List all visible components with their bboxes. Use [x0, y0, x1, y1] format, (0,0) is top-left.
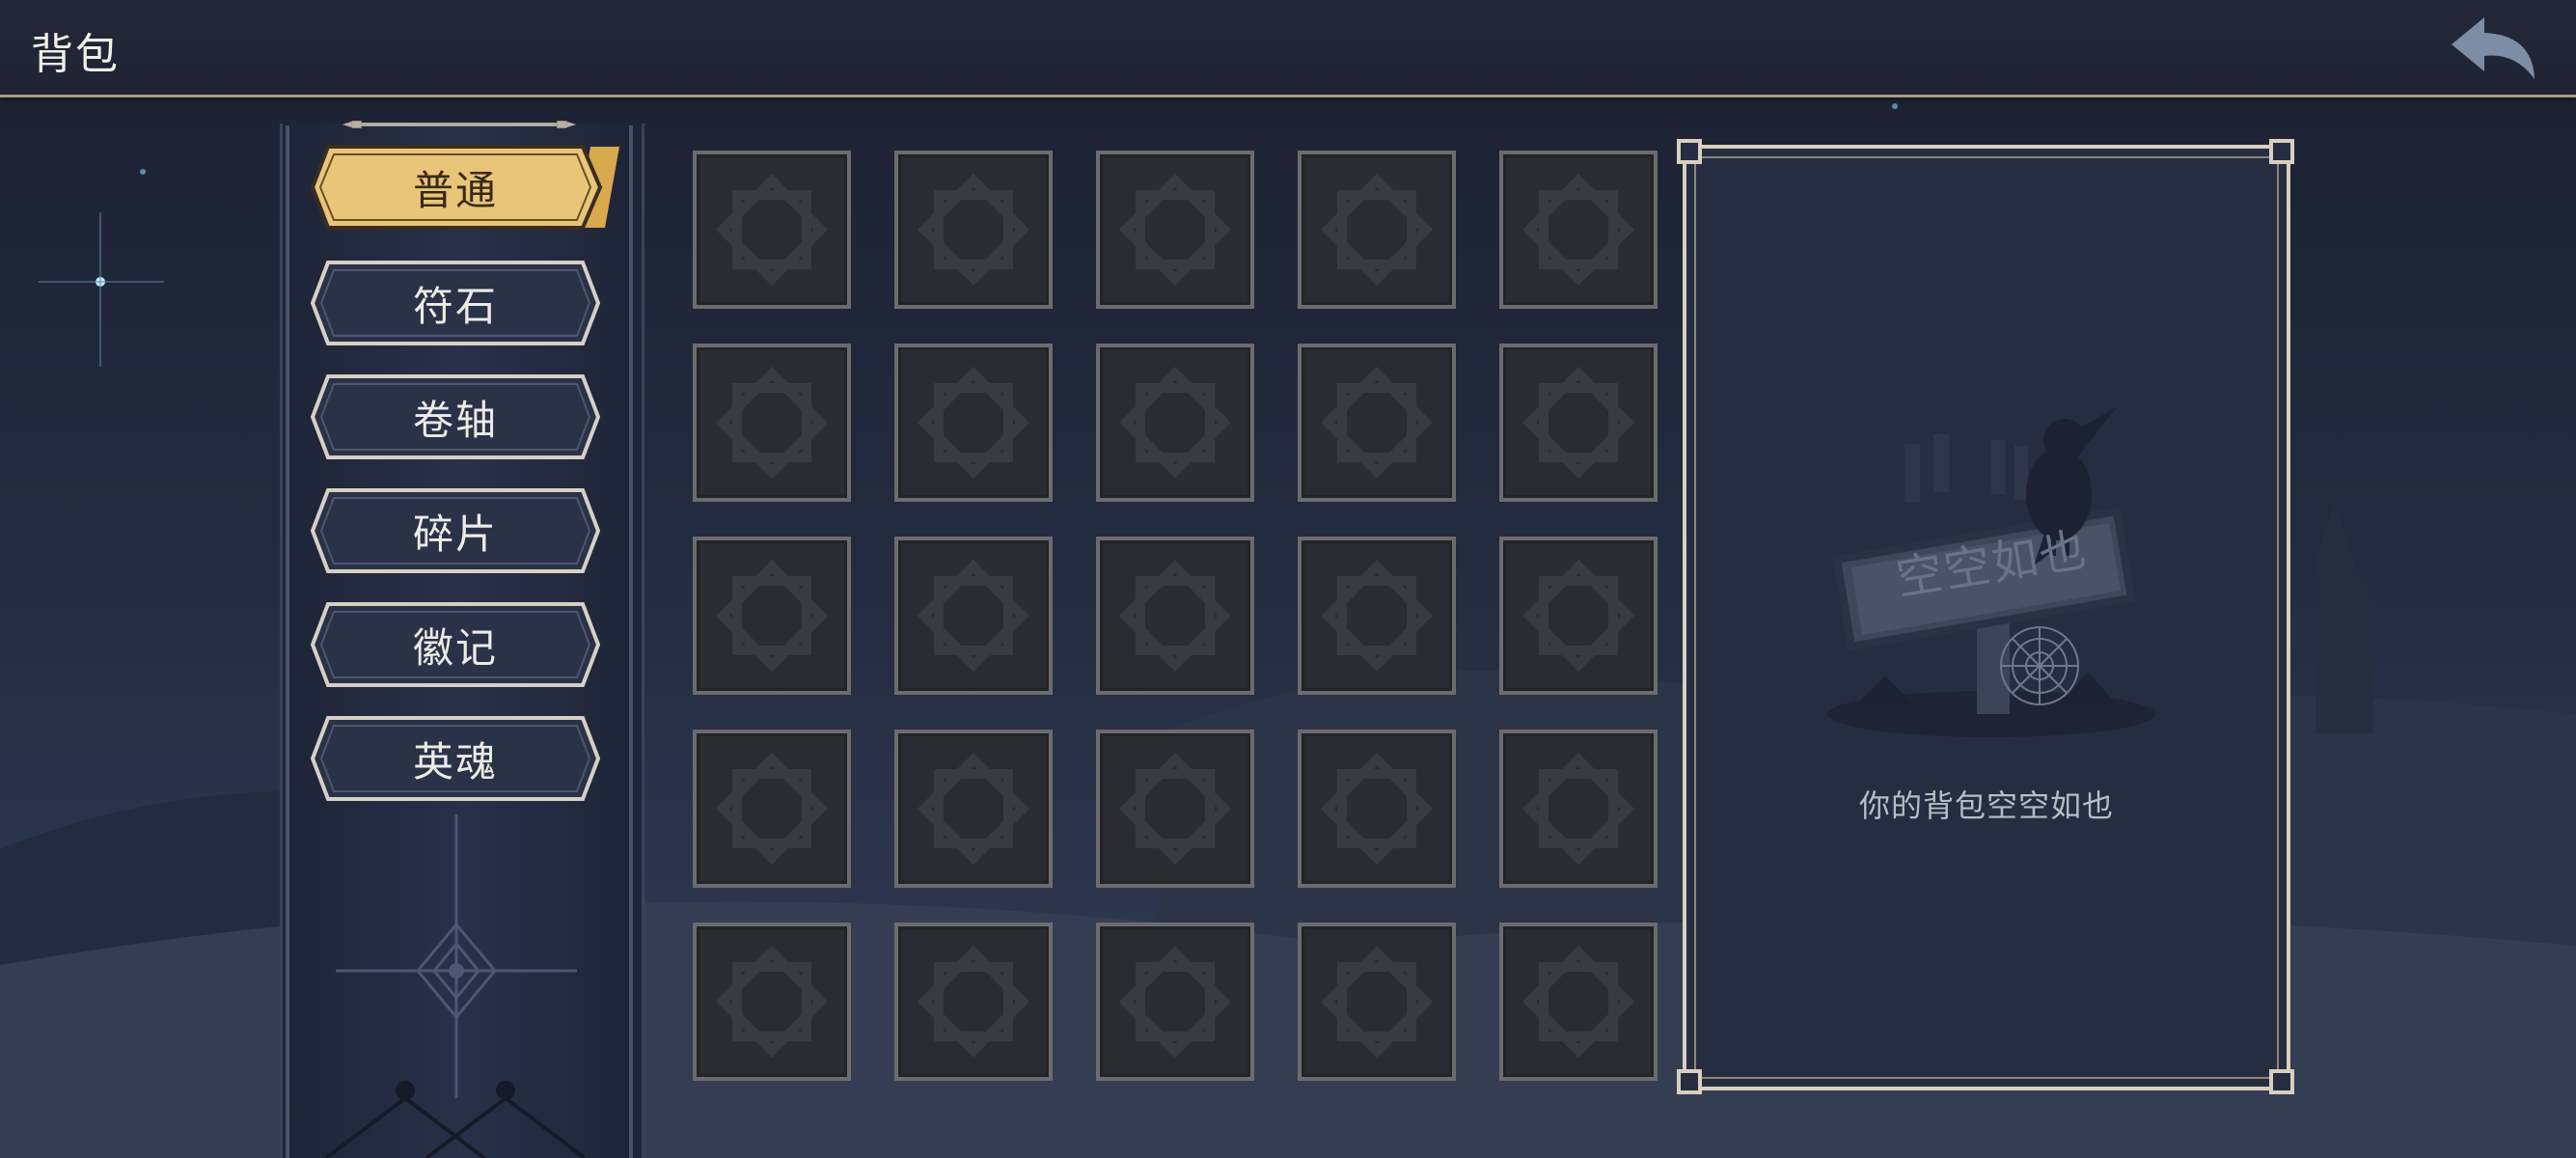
inventory-slot[interactable] [894, 923, 1053, 1081]
inventory-slot[interactable] [1499, 730, 1658, 888]
inventory-slot[interactable] [894, 151, 1053, 309]
inventory-slot[interactable] [894, 344, 1053, 502]
empty-slot-emblem-icon [918, 367, 1029, 479]
empty-slot-emblem-icon [716, 174, 828, 286]
inventory-slot[interactable] [1096, 730, 1254, 888]
inventory-slot[interactable] [1499, 923, 1658, 1081]
empty-slot-emblem-icon [918, 560, 1029, 672]
empty-slot-emblem-icon [1119, 367, 1231, 479]
tab-fragment[interactable]: 碎片 [311, 486, 600, 575]
inventory-slot[interactable] [693, 344, 851, 502]
empty-slot-emblem-icon [1321, 560, 1433, 672]
banner-top-rod [342, 121, 577, 128]
empty-slot-emblem-icon [716, 946, 828, 1058]
empty-slot-emblem-icon [716, 367, 828, 479]
inventory-slot[interactable] [693, 923, 851, 1081]
inventory-slot[interactable] [1499, 537, 1658, 695]
empty-slot-emblem-icon [1321, 174, 1433, 286]
inventory-slot[interactable] [1499, 151, 1658, 309]
top-bar: 背包 [0, 0, 2576, 97]
inventory-slot[interactable] [693, 537, 851, 695]
empty-slot-emblem-icon [1119, 753, 1231, 865]
empty-slot-emblem-icon [716, 753, 828, 865]
empty-slot-emblem-icon [1321, 753, 1433, 865]
tab-label: 普通 [412, 166, 498, 214]
inventory-slot[interactable] [894, 537, 1053, 695]
inventory-slot[interactable] [1298, 923, 1456, 1081]
tab-label: 卷轴 [412, 396, 498, 444]
banner-rail-left [286, 125, 289, 1158]
tab-emblem[interactable]: 徽记 [311, 600, 600, 689]
inventory-slot[interactable] [1298, 537, 1456, 695]
empty-slot-emblem-icon [1119, 946, 1231, 1058]
panel-corner [2269, 139, 2294, 164]
tab-label: 徽记 [412, 623, 498, 672]
empty-slot-emblem-icon [1522, 753, 1634, 865]
inventory-slot[interactable] [1499, 344, 1658, 502]
inventory-slot[interactable] [1298, 344, 1456, 502]
page-title: 背包 [31, 30, 120, 79]
empty-slot-emblem-icon [1321, 367, 1433, 479]
empty-slot-emblem-icon [1522, 367, 1634, 479]
banner-rail-right [629, 125, 633, 1158]
empty-inventory-message: 你的背包空空如也 [1858, 787, 2114, 824]
tab-label: 符石 [412, 282, 498, 330]
inventory-slot[interactable] [1096, 344, 1254, 502]
empty-slot-emblem-icon [918, 946, 1029, 1058]
empty-slot-emblem-icon [918, 174, 1029, 286]
back-button[interactable] [2446, 12, 2542, 85]
inventory-slot[interactable] [1298, 730, 1456, 888]
empty-slot-emblem-icon [716, 560, 828, 672]
inventory-slot[interactable] [693, 151, 851, 309]
tab-scroll[interactable]: 卷轴 [311, 372, 600, 461]
tab-label: 英魂 [412, 737, 498, 786]
return-arrow-icon [2452, 17, 2535, 79]
empty-slot-emblem-icon [1522, 560, 1634, 672]
inventory-slot[interactable] [894, 730, 1053, 888]
inventory-slot[interactable] [1096, 923, 1254, 1081]
inventory-grid [693, 151, 1663, 1085]
inventory-slot[interactable] [693, 730, 851, 888]
panel-corner [1677, 139, 1702, 164]
inventory-slot[interactable] [1096, 151, 1254, 309]
tab-normal[interactable]: 普通 [311, 143, 619, 232]
inventory-slot[interactable] [1096, 537, 1254, 695]
inventory-slot[interactable] [1298, 151, 1456, 309]
panel-corner [1677, 1069, 1702, 1094]
empty-slot-emblem-icon [918, 753, 1029, 865]
item-detail-panel: 空空如也 你的背包空空如也 [1677, 139, 2294, 1094]
tab-rune[interactable]: 符石 [311, 259, 600, 347]
banner-ornament [326, 814, 587, 1158]
panel-corner [2269, 1069, 2294, 1094]
category-banner: 普通 符石 卷轴 碎片 徽记 英魂 [272, 114, 646, 1158]
empty-slot-emblem-icon [1119, 560, 1231, 672]
empty-slot-emblem-icon [1321, 946, 1433, 1058]
tab-hero-soul[interactable]: 英魂 [311, 714, 600, 803]
empty-slot-emblem-icon [1119, 174, 1231, 286]
tab-label: 碎片 [412, 510, 498, 558]
empty-slot-emblem-icon [1522, 946, 1634, 1058]
empty-slot-emblem-icon [1522, 174, 1634, 286]
